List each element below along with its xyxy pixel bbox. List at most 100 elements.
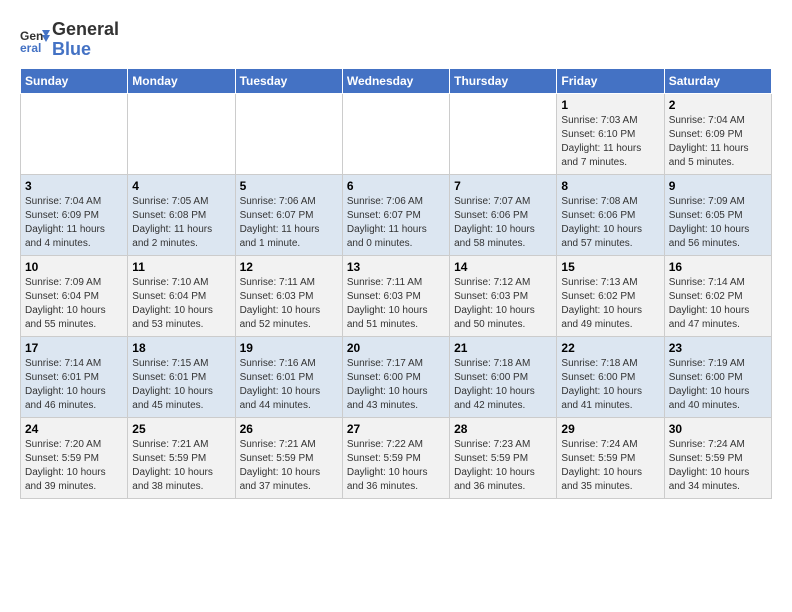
calendar-cell: 5 Sunrise: 7:06 AM Sunset: 6:07 PM Daylig… bbox=[235, 174, 342, 255]
day-info: Sunrise: 7:16 AM Sunset: 6:01 PM Dayligh… bbox=[240, 357, 338, 413]
calendar-week-2: 3 Sunrise: 7:04 AM Sunset: 6:09 PM Daylig… bbox=[21, 174, 772, 255]
day-info: Sunrise: 7:14 AM Sunset: 6:01 PM Dayligh… bbox=[25, 357, 123, 413]
day-number: 25 bbox=[132, 422, 230, 436]
calendar-cell: 25 Sunrise: 7:21 AM Sunset: 5:59 PM Dayli… bbox=[128, 417, 235, 498]
calendar-cell: 3 Sunrise: 7:04 AM Sunset: 6:09 PM Daylig… bbox=[21, 174, 128, 255]
calendar-cell: 19 Sunrise: 7:16 AM Sunset: 6:01 PM Dayli… bbox=[235, 336, 342, 417]
calendar-cell: 14 Sunrise: 7:12 AM Sunset: 6:03 PM Dayli… bbox=[450, 255, 557, 336]
calendar-cell: 23 Sunrise: 7:19 AM Sunset: 6:00 PM Dayli… bbox=[664, 336, 771, 417]
calendar-cell bbox=[235, 93, 342, 174]
calendar-cell: 22 Sunrise: 7:18 AM Sunset: 6:00 PM Dayli… bbox=[557, 336, 664, 417]
day-number: 9 bbox=[669, 179, 767, 193]
day-info: Sunrise: 7:10 AM Sunset: 6:04 PM Dayligh… bbox=[132, 276, 230, 332]
day-info: Sunrise: 7:06 AM Sunset: 6:07 PM Dayligh… bbox=[240, 195, 338, 251]
day-info: Sunrise: 7:07 AM Sunset: 6:06 PM Dayligh… bbox=[454, 195, 552, 251]
day-info: Sunrise: 7:18 AM Sunset: 6:00 PM Dayligh… bbox=[561, 357, 659, 413]
calendar-table: SundayMondayTuesdayWednesdayThursdayFrid… bbox=[20, 68, 772, 499]
weekday-header-monday: Monday bbox=[128, 68, 235, 93]
day-number: 14 bbox=[454, 260, 552, 274]
day-number: 3 bbox=[25, 179, 123, 193]
svg-text:eral: eral bbox=[20, 41, 41, 55]
calendar-cell bbox=[342, 93, 449, 174]
calendar-cell: 21Sunrise: 7:18 AM Sunset: 6:00 PM Dayli… bbox=[450, 336, 557, 417]
day-number: 12 bbox=[240, 260, 338, 274]
calendar-cell: 9 Sunrise: 7:09 AM Sunset: 6:05 PM Daylig… bbox=[664, 174, 771, 255]
calendar-cell: 29 Sunrise: 7:24 AM Sunset: 5:59 PM Dayli… bbox=[557, 417, 664, 498]
day-info: Sunrise: 7:04 AM Sunset: 6:09 PM Dayligh… bbox=[669, 114, 767, 170]
day-info: Sunrise: 7:24 AM Sunset: 5:59 PM Dayligh… bbox=[561, 438, 659, 494]
calendar-week-3: 10Sunrise: 7:09 AM Sunset: 6:04 PM Dayli… bbox=[21, 255, 772, 336]
calendar-cell: 30Sunrise: 7:24 AM Sunset: 5:59 PM Dayli… bbox=[664, 417, 771, 498]
calendar-cell bbox=[21, 93, 128, 174]
day-info: Sunrise: 7:22 AM Sunset: 5:59 PM Dayligh… bbox=[347, 438, 445, 494]
day-number: 11 bbox=[132, 260, 230, 274]
calendar-cell: 2 Sunrise: 7:04 AM Sunset: 6:09 PM Daylig… bbox=[664, 93, 771, 174]
calendar-cell: 18 Sunrise: 7:15 AM Sunset: 6:01 PM Dayli… bbox=[128, 336, 235, 417]
page-header: Gen eral GeneralBlue bbox=[20, 20, 772, 60]
day-number: 8 bbox=[561, 179, 659, 193]
day-number: 10 bbox=[25, 260, 123, 274]
day-info: Sunrise: 7:24 AM Sunset: 5:59 PM Dayligh… bbox=[669, 438, 767, 494]
day-number: 15 bbox=[561, 260, 659, 274]
day-info: Sunrise: 7:17 AM Sunset: 6:00 PM Dayligh… bbox=[347, 357, 445, 413]
weekday-header-saturday: Saturday bbox=[664, 68, 771, 93]
day-info: Sunrise: 7:09 AM Sunset: 6:05 PM Dayligh… bbox=[669, 195, 767, 251]
day-number: 18 bbox=[132, 341, 230, 355]
day-number: 20 bbox=[347, 341, 445, 355]
day-info: Sunrise: 7:15 AM Sunset: 6:01 PM Dayligh… bbox=[132, 357, 230, 413]
day-number: 29 bbox=[561, 422, 659, 436]
day-info: Sunrise: 7:06 AM Sunset: 6:07 PM Dayligh… bbox=[347, 195, 445, 251]
day-number: 23 bbox=[669, 341, 767, 355]
day-info: Sunrise: 7:18 AM Sunset: 6:00 PM Dayligh… bbox=[454, 357, 552, 413]
day-number: 1 bbox=[561, 98, 659, 112]
day-number: 22 bbox=[561, 341, 659, 355]
day-number: 28 bbox=[454, 422, 552, 436]
day-info: Sunrise: 7:11 AM Sunset: 6:03 PM Dayligh… bbox=[347, 276, 445, 332]
day-info: Sunrise: 7:21 AM Sunset: 5:59 PM Dayligh… bbox=[240, 438, 338, 494]
logo-text: GeneralBlue bbox=[52, 20, 119, 60]
calendar-cell: 7 Sunrise: 7:07 AM Sunset: 6:06 PM Daylig… bbox=[450, 174, 557, 255]
calendar-cell: 16Sunrise: 7:14 AM Sunset: 6:02 PM Dayli… bbox=[664, 255, 771, 336]
day-info: Sunrise: 7:13 AM Sunset: 6:02 PM Dayligh… bbox=[561, 276, 659, 332]
calendar-cell: 10Sunrise: 7:09 AM Sunset: 6:04 PM Dayli… bbox=[21, 255, 128, 336]
day-info: Sunrise: 7:12 AM Sunset: 6:03 PM Dayligh… bbox=[454, 276, 552, 332]
calendar-cell bbox=[128, 93, 235, 174]
calendar-cell: 28 Sunrise: 7:23 AM Sunset: 5:59 PM Dayli… bbox=[450, 417, 557, 498]
day-number: 6 bbox=[347, 179, 445, 193]
day-info: Sunrise: 7:23 AM Sunset: 5:59 PM Dayligh… bbox=[454, 438, 552, 494]
day-number: 27 bbox=[347, 422, 445, 436]
calendar-body: 1 Sunrise: 7:03 AM Sunset: 6:10 PM Daylig… bbox=[21, 93, 772, 498]
weekday-header-wednesday: Wednesday bbox=[342, 68, 449, 93]
calendar-week-1: 1 Sunrise: 7:03 AM Sunset: 6:10 PM Daylig… bbox=[21, 93, 772, 174]
day-info: Sunrise: 7:04 AM Sunset: 6:09 PM Dayligh… bbox=[25, 195, 123, 251]
calendar-cell: 11 Sunrise: 7:10 AM Sunset: 6:04 PM Dayli… bbox=[128, 255, 235, 336]
day-info: Sunrise: 7:19 AM Sunset: 6:00 PM Dayligh… bbox=[669, 357, 767, 413]
day-number: 16 bbox=[669, 260, 767, 274]
calendar-cell: 20 Sunrise: 7:17 AM Sunset: 6:00 PM Dayli… bbox=[342, 336, 449, 417]
day-number: 17 bbox=[25, 341, 123, 355]
day-number: 7 bbox=[454, 179, 552, 193]
calendar-week-4: 17 Sunrise: 7:14 AM Sunset: 6:01 PM Dayli… bbox=[21, 336, 772, 417]
day-number: 4 bbox=[132, 179, 230, 193]
day-info: Sunrise: 7:03 AM Sunset: 6:10 PM Dayligh… bbox=[561, 114, 659, 170]
calendar-cell: 4 Sunrise: 7:05 AM Sunset: 6:08 PM Daylig… bbox=[128, 174, 235, 255]
day-info: Sunrise: 7:21 AM Sunset: 5:59 PM Dayligh… bbox=[132, 438, 230, 494]
calendar-cell: 13Sunrise: 7:11 AM Sunset: 6:03 PM Dayli… bbox=[342, 255, 449, 336]
calendar-cell: 26 Sunrise: 7:21 AM Sunset: 5:59 PM Dayli… bbox=[235, 417, 342, 498]
calendar-cell: 6 Sunrise: 7:06 AM Sunset: 6:07 PM Daylig… bbox=[342, 174, 449, 255]
day-info: Sunrise: 7:11 AM Sunset: 6:03 PM Dayligh… bbox=[240, 276, 338, 332]
calendar-cell: 15 Sunrise: 7:13 AM Sunset: 6:02 PM Dayli… bbox=[557, 255, 664, 336]
day-info: Sunrise: 7:05 AM Sunset: 6:08 PM Dayligh… bbox=[132, 195, 230, 251]
weekday-header-friday: Friday bbox=[557, 68, 664, 93]
calendar-cell: 24Sunrise: 7:20 AM Sunset: 5:59 PM Dayli… bbox=[21, 417, 128, 498]
calendar-cell: 27 Sunrise: 7:22 AM Sunset: 5:59 PM Dayli… bbox=[342, 417, 449, 498]
day-info: Sunrise: 7:20 AM Sunset: 5:59 PM Dayligh… bbox=[25, 438, 123, 494]
weekday-header-tuesday: Tuesday bbox=[235, 68, 342, 93]
calendar-cell bbox=[450, 93, 557, 174]
calendar-cell: 1 Sunrise: 7:03 AM Sunset: 6:10 PM Daylig… bbox=[557, 93, 664, 174]
weekday-header-sunday: Sunday bbox=[21, 68, 128, 93]
day-number: 19 bbox=[240, 341, 338, 355]
day-number: 2 bbox=[669, 98, 767, 112]
day-number: 26 bbox=[240, 422, 338, 436]
day-number: 5 bbox=[240, 179, 338, 193]
